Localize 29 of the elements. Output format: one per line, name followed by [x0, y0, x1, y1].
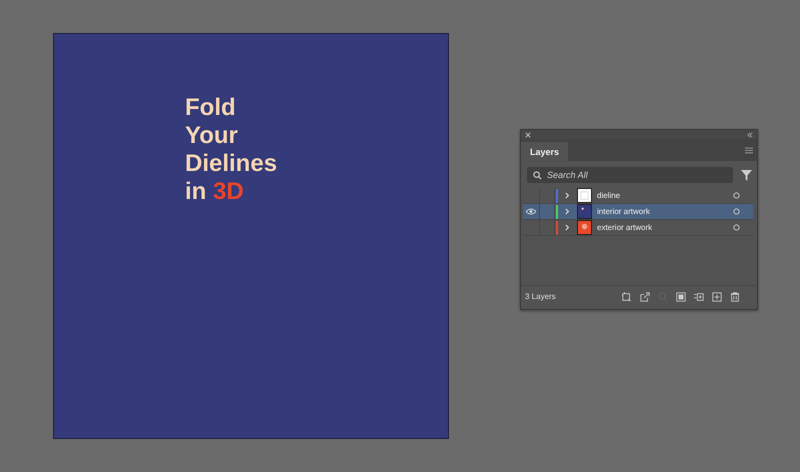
collapse-icon[interactable] — [747, 132, 753, 138]
layer-name: interior artwork — [597, 207, 651, 216]
trash-icon[interactable] — [730, 292, 740, 302]
chevron-icon[interactable] — [565, 192, 570, 199]
layers-tab[interactable]: Layers — [521, 142, 568, 161]
headline: Fold Your Dielines in 3D — [185, 94, 278, 206]
export-icon[interactable] — [640, 292, 650, 302]
target-icon[interactable] — [733, 208, 740, 215]
layer-row[interactable]: exterior artwork — [523, 220, 753, 236]
frame-icon[interactable] — [622, 292, 632, 302]
chevron-icon[interactable] — [565, 224, 570, 231]
layer-name: dieline — [597, 191, 622, 200]
layer-thumbnail — [577, 204, 592, 219]
layer-row[interactable]: interior artwork — [523, 204, 753, 220]
layer-count: 3 Layers — [525, 292, 557, 301]
layer-name: exterior artwork — [597, 223, 654, 232]
eye-icon[interactable] — [526, 208, 536, 215]
target-icon[interactable] — [733, 224, 740, 231]
new-layer-icon[interactable] — [712, 292, 722, 302]
filter-icon[interactable] — [741, 170, 752, 180]
chevron-icon[interactable] — [565, 208, 570, 215]
layer-thumbnail — [577, 220, 592, 235]
menu-icon[interactable] — [745, 146, 753, 154]
search-field[interactable]: Search All — [527, 167, 733, 183]
sublayer-icon[interactable] — [694, 292, 704, 302]
layer-thumbnail — [577, 188, 592, 203]
close-icon[interactable] — [525, 132, 531, 138]
mask-icon[interactable] — [676, 292, 686, 302]
target-icon[interactable] — [733, 192, 740, 199]
